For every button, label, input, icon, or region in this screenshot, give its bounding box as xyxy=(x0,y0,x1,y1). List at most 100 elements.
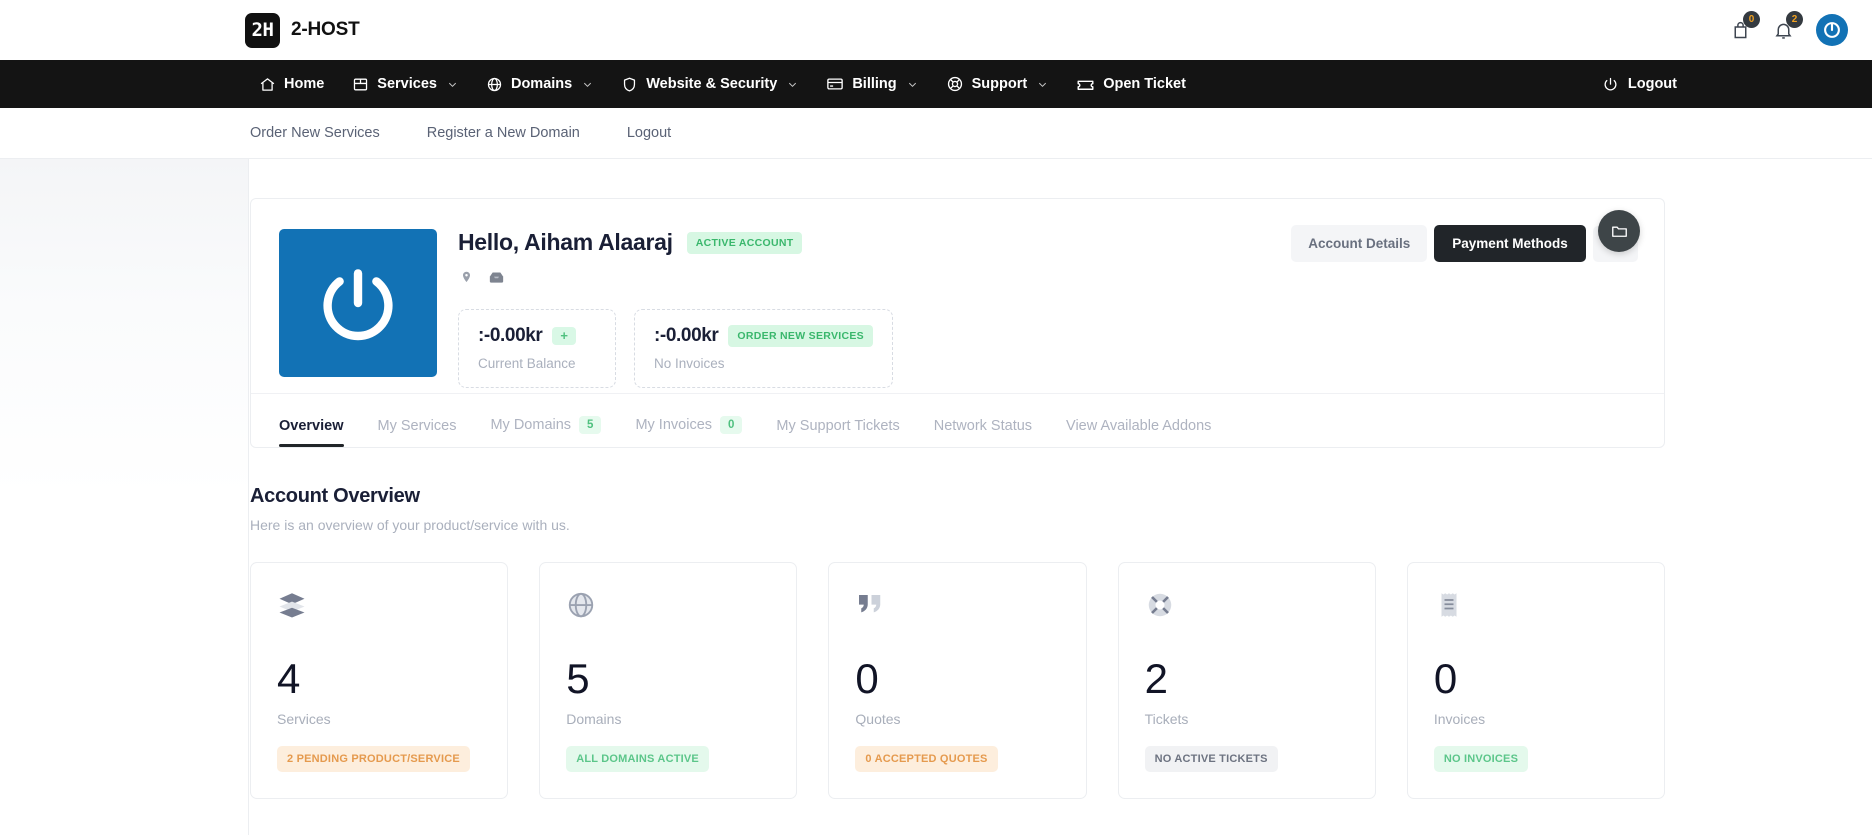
overview-subtitle: Here is an overview of your product/serv… xyxy=(250,517,570,533)
chevron-down-icon xyxy=(789,82,797,87)
invoices-balance-amount: :-0.00kr xyxy=(654,325,719,346)
brand-mark-icon: 2H xyxy=(245,12,280,48)
account-details-button[interactable]: Account Details xyxy=(1291,225,1428,262)
nav-item-home[interactable]: Home xyxy=(248,70,335,99)
content-area: Hello, Aiham Alaaraj ACTIVE ACCOUNT:-0.… xyxy=(250,198,1666,799)
tab-badge: 0 xyxy=(720,416,743,434)
user-avatar-icon xyxy=(1824,22,1840,38)
current-balance-label: Current Balance xyxy=(478,356,576,371)
status-badge: NO INVOICES xyxy=(1433,746,1529,772)
account-tabs: Overview My Services My Domains 5 My Inv… xyxy=(251,393,1664,447)
home-icon xyxy=(260,77,275,91)
envelope-icon xyxy=(489,272,504,283)
subnav-item-order-new-services[interactable]: Order New Services xyxy=(250,125,380,141)
nav-label: Open Ticket xyxy=(1103,76,1186,92)
power-icon xyxy=(1604,77,1617,90)
layers-icon xyxy=(277,590,481,634)
top-bar-actions: 0 2 xyxy=(1730,10,1848,46)
notifications-button[interactable]: 2 xyxy=(1773,10,1803,41)
nav-item-domains[interactable]: Domains xyxy=(475,70,604,99)
tab-label: My Domains xyxy=(490,417,572,433)
nav-label: Home xyxy=(284,76,325,92)
tab-my-domains[interactable]: My Domains 5 xyxy=(490,416,602,447)
nav-label: Billing xyxy=(852,76,897,92)
invoices-balance-top: :-0.00kr ORDER NEW SERVICES xyxy=(654,325,873,347)
balance-cards: :-0.00kr + Current Balance :-0.00kr ORDE… xyxy=(458,309,1636,388)
secondary-nav-items: Order New Services Register a New Domain… xyxy=(250,125,671,141)
nav-logout-button[interactable]: Logout xyxy=(1602,76,1677,93)
globe-icon-glyph xyxy=(569,592,594,618)
current-balance-amount: :-0.00kr xyxy=(478,325,543,346)
overview-title: Account Overview xyxy=(250,485,420,507)
add-funds-button[interactable]: + xyxy=(552,327,576,345)
shield-icon xyxy=(624,77,636,92)
cart-badge: 0 xyxy=(1743,10,1760,28)
nav-item-website-security[interactable]: Website & Security xyxy=(610,70,809,99)
chevron-down-icon xyxy=(584,82,592,87)
folder-icon xyxy=(1611,225,1627,237)
nav-item-open-ticket[interactable]: Open Ticket xyxy=(1065,69,1197,100)
layers-icon-glyph xyxy=(279,593,305,618)
brand-logo[interactable]: 2H 2-HOST xyxy=(245,12,360,48)
nav-label: Website & Security xyxy=(646,76,778,92)
stat-card-services[interactable]: 4 Services 2 PENDING PRODUCT/SERVICE xyxy=(250,562,509,799)
globe-icon xyxy=(566,590,770,634)
status-badge: ACTIVE ACCOUNT xyxy=(686,231,803,254)
chevron-down-icon xyxy=(448,82,457,87)
nav-label: Support xyxy=(971,76,1028,92)
tab-label: Overview xyxy=(279,418,344,434)
payment-methods-button[interactable]: Payment Methods xyxy=(1434,225,1586,262)
stat-label: Domains xyxy=(566,711,622,727)
receipt-icon-glyph xyxy=(1441,593,1457,617)
stat-card-domains[interactable]: 5 Domains ALL DOMAINS ACTIVE xyxy=(539,562,798,799)
left-gutter xyxy=(0,159,249,835)
tab-label: My Support Tickets xyxy=(776,418,900,434)
lifebuoy-icon xyxy=(1145,590,1349,634)
page-body: Hello, Aiham Alaaraj ACTIVE ACCOUNT:-0.… xyxy=(0,159,1872,835)
invoices-balance-label: No Invoices xyxy=(654,356,725,371)
overview-header: Account Overview Here is an overview of … xyxy=(250,485,1665,533)
tab-overview[interactable]: Overview xyxy=(279,418,344,447)
invoices-balance-card[interactable]: :-0.00kr ORDER NEW SERVICES No Invoices xyxy=(634,309,893,388)
tab-badge: 5 xyxy=(579,416,602,434)
status-badge: 0 ACCEPTED QUOTES xyxy=(855,746,998,772)
folder-floating-button[interactable] xyxy=(1598,210,1640,252)
quote-icon xyxy=(855,590,1059,634)
main-navigation: Home Services Domains Website & Security xyxy=(0,60,1872,108)
chevron-down-icon xyxy=(1039,82,1047,87)
avatar[interactable] xyxy=(1816,14,1848,46)
tab-view-available-addons[interactable]: View Available Addons xyxy=(1066,418,1211,447)
nav-label: Domains xyxy=(510,76,573,92)
user-avatar-icon xyxy=(323,269,393,341)
cart-button[interactable]: 0 xyxy=(1730,10,1760,41)
stat-card-tickets[interactable]: 2 Tickets NO ACTIVE TICKETS xyxy=(1117,562,1376,799)
nav-item-services[interactable]: Services xyxy=(341,70,469,99)
globe-icon xyxy=(487,77,502,91)
status-badge: 2 PENDING PRODUCT/SERVICE xyxy=(277,746,470,772)
status-badge: NO ACTIVE TICKETS xyxy=(1144,746,1278,772)
stat-card-quotes[interactable]: 0 Quotes 0 ACCEPTED QUOTES xyxy=(828,562,1087,799)
tab-my-invoices[interactable]: My Invoices 0 xyxy=(635,416,743,447)
secondary-navigation: Order New Services Register a New Domain… xyxy=(0,108,1872,159)
tab-my-services[interactable]: My Services xyxy=(378,418,457,447)
current-balance-card[interactable]: :-0.00kr + Current Balance xyxy=(458,309,616,388)
nav-item-support[interactable]: Support xyxy=(935,69,1060,99)
stat-value: 4 xyxy=(277,655,300,702)
stat-card-invoices[interactable]: 0 Invoices NO INVOICES xyxy=(1406,562,1666,799)
nav-item-billing[interactable]: Billing xyxy=(815,69,928,99)
subnav-item-logout[interactable]: Logout xyxy=(627,125,671,141)
nav-logout-label: Logout xyxy=(1627,76,1677,92)
stat-value: 0 xyxy=(855,655,878,702)
subnav-item-register-a-new-domain[interactable]: Register a New Domain xyxy=(427,125,580,141)
overview-stat-cards: 4 Services 2 PENDING PRODUCT/SERVICE 5 D… xyxy=(250,562,1666,799)
receipt-icon xyxy=(1434,590,1638,634)
tab-network-status[interactable]: Network Status xyxy=(934,418,1032,447)
page-title: Hello, Aiham Alaaraj xyxy=(458,229,673,255)
tab-my-support-tickets[interactable]: My Support Tickets xyxy=(776,418,899,447)
tab-label: My Services xyxy=(377,418,457,434)
lifebuoy-icon-glyph xyxy=(1148,593,1171,617)
account-action-buttons: Account Details Payment Methods ••• xyxy=(1291,225,1638,262)
order-new-services-badge[interactable]: ORDER NEW SERVICES xyxy=(728,325,873,347)
tab-label: Network Status xyxy=(933,418,1033,434)
box-icon xyxy=(354,78,368,90)
